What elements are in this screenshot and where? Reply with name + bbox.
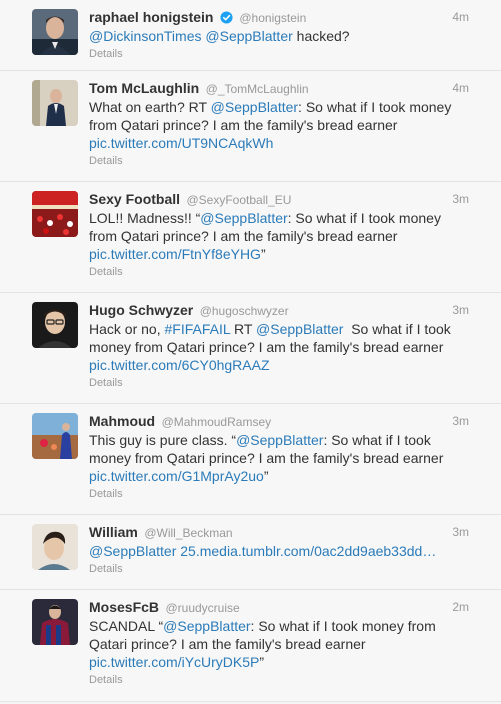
- tweet-details-link[interactable]: Details: [89, 672, 469, 688]
- tweet-text: What on earth? RT @SeppBlatter: So what …: [89, 98, 469, 152]
- avatar[interactable]: [32, 9, 78, 55]
- media-link[interactable]: pic.twitter.com/6CY0hgRAAZ: [89, 357, 270, 373]
- mention-link[interactable]: @SeppBlatter: [256, 321, 343, 337]
- tweet-item[interactable]: raphael honigstein @honigstein 4m @Dicki…: [0, 0, 501, 71]
- verified-badge-icon: [220, 11, 233, 24]
- tweet-author-name[interactable]: Tom McLaughlin: [89, 80, 199, 96]
- tweet-details-link[interactable]: Details: [89, 264, 469, 280]
- tweet-author-name[interactable]: Hugo Schwyzer: [89, 302, 193, 318]
- mention-link[interactable]: @SeppBlatter: [200, 210, 287, 226]
- tweet-author-handle[interactable]: @ruudycruise: [165, 601, 239, 615]
- tweet-timestamp[interactable]: 3m: [452, 301, 469, 319]
- tweet-timestamp[interactable]: 4m: [452, 8, 469, 26]
- avatar[interactable]: [32, 599, 78, 645]
- external-link[interactable]: 25.media.tumblr.com/0ac2dd9aeb33dd…: [180, 543, 436, 559]
- tweet-text: @DickinsonTimes @SeppBlatter hacked?: [89, 27, 469, 45]
- tweet-author-handle[interactable]: @Will_Beckman: [144, 526, 232, 540]
- tweet-text: Hack or no, #FIFAFAIL RT @SeppBlatter So…: [89, 320, 469, 374]
- tweet-text: SCANDAL “@SeppBlatter: So what if I took…: [89, 617, 469, 671]
- tweet-author-name[interactable]: Mahmoud: [89, 413, 155, 429]
- avatar[interactable]: [32, 302, 78, 348]
- avatar[interactable]: [32, 413, 78, 459]
- tweet-item[interactable]: William @Will_Beckman 3m @SeppBlatter 25…: [0, 515, 501, 590]
- tweet-details-link[interactable]: Details: [89, 561, 469, 577]
- tweet-author-name[interactable]: Sexy Football: [89, 191, 180, 207]
- tweet-author-name[interactable]: William: [89, 524, 138, 540]
- tweet-timestamp[interactable]: 3m: [452, 412, 469, 430]
- media-link[interactable]: pic.twitter.com/FtnYf8eYHG: [89, 246, 261, 262]
- tweet-text-segment: SCANDAL “: [89, 618, 164, 634]
- tweet-text-segment: RT: [230, 321, 257, 337]
- avatar[interactable]: [32, 80, 78, 126]
- mention-link[interactable]: @DickinsonTimes: [89, 28, 202, 44]
- tweet-timestamp[interactable]: 3m: [452, 523, 469, 541]
- mention-link[interactable]: @SeppBlatter: [236, 432, 323, 448]
- tweet-details-link[interactable]: Details: [89, 153, 469, 169]
- tweet-item[interactable]: Mahmoud @MahmoudRamsey 3m This guy is pu…: [0, 404, 501, 515]
- tweet-item[interactable]: Hugo Schwyzer @hugoschwyzer 3m Hack or n…: [0, 293, 501, 404]
- tweet-timestamp[interactable]: 2m: [452, 598, 469, 616]
- mention-link[interactable]: @SeppBlatter: [163, 618, 250, 634]
- tweet-author-handle[interactable]: @hugoschwyzer: [200, 304, 289, 318]
- avatar[interactable]: [32, 524, 78, 570]
- media-link[interactable]: pic.twitter.com/UT9NCAqkWh: [89, 135, 273, 151]
- tweet-author-handle[interactable]: @SexyFootball_EU: [186, 193, 291, 207]
- tweet-details-link[interactable]: Details: [89, 375, 469, 391]
- tweet-timestamp[interactable]: 4m: [452, 79, 469, 97]
- tweet-text: LOL!! Madness!! “@SeppBlatter: So what i…: [89, 209, 469, 263]
- tweet-item[interactable]: Tom McLaughlin @_TomMcLaughlin 4m What o…: [0, 71, 501, 182]
- tweet-author-name[interactable]: raphael honigstein: [89, 9, 213, 25]
- mention-link[interactable]: @SeppBlatter: [205, 28, 292, 44]
- tweet-text: This guy is pure class. “@SeppBlatter: S…: [89, 431, 469, 485]
- tweet-text-segment: What on earth? RT: [89, 99, 211, 115]
- mention-link[interactable]: @SeppBlatter: [211, 99, 298, 115]
- avatar[interactable]: [32, 191, 78, 237]
- tweet-text-segment: This guy is pure class. “: [89, 432, 237, 448]
- tweet-text-segment: ”: [263, 468, 269, 484]
- tweet-details-link[interactable]: Details: [89, 486, 469, 502]
- tweet-author-handle[interactable]: @honigstein: [239, 11, 306, 25]
- tweet-text-segment: ”: [260, 246, 266, 262]
- tweet-text-segment: hacked?: [292, 28, 350, 44]
- tweet-item[interactable]: MosesFcB @ruudycruise 2m SCANDAL “@SeppB…: [0, 590, 501, 702]
- hashtag-link[interactable]: #FIFAFAIL: [164, 321, 230, 337]
- tweet-text-segment: LOL!! Madness!! “: [89, 210, 201, 226]
- tweet-text-segment: ”: [259, 654, 265, 670]
- media-link[interactable]: pic.twitter.com/iYcUryDK5P: [89, 654, 259, 670]
- mention-link[interactable]: @SeppBlatter: [89, 543, 176, 559]
- tweet-text: @SeppBlatter 25.media.tumblr.com/0ac2dd9…: [89, 542, 469, 560]
- tweet-details-link[interactable]: Details: [89, 46, 469, 62]
- tweet-author-handle[interactable]: @MahmoudRamsey: [162, 415, 272, 429]
- tweet-author-handle[interactable]: @_TomMcLaughlin: [206, 82, 309, 96]
- tweet-author-name[interactable]: MosesFcB: [89, 599, 159, 615]
- tweet-timeline: raphael honigstein @honigstein 4m @Dicki…: [0, 0, 501, 704]
- media-link[interactable]: pic.twitter.com/G1MprAy2uo: [89, 468, 264, 484]
- tweet-timestamp[interactable]: 3m: [452, 190, 469, 208]
- tweet-item[interactable]: Sexy Football @SexyFootball_EU 3m LOL!! …: [0, 182, 501, 293]
- tweet-text-segment: Hack or no,: [89, 321, 165, 337]
